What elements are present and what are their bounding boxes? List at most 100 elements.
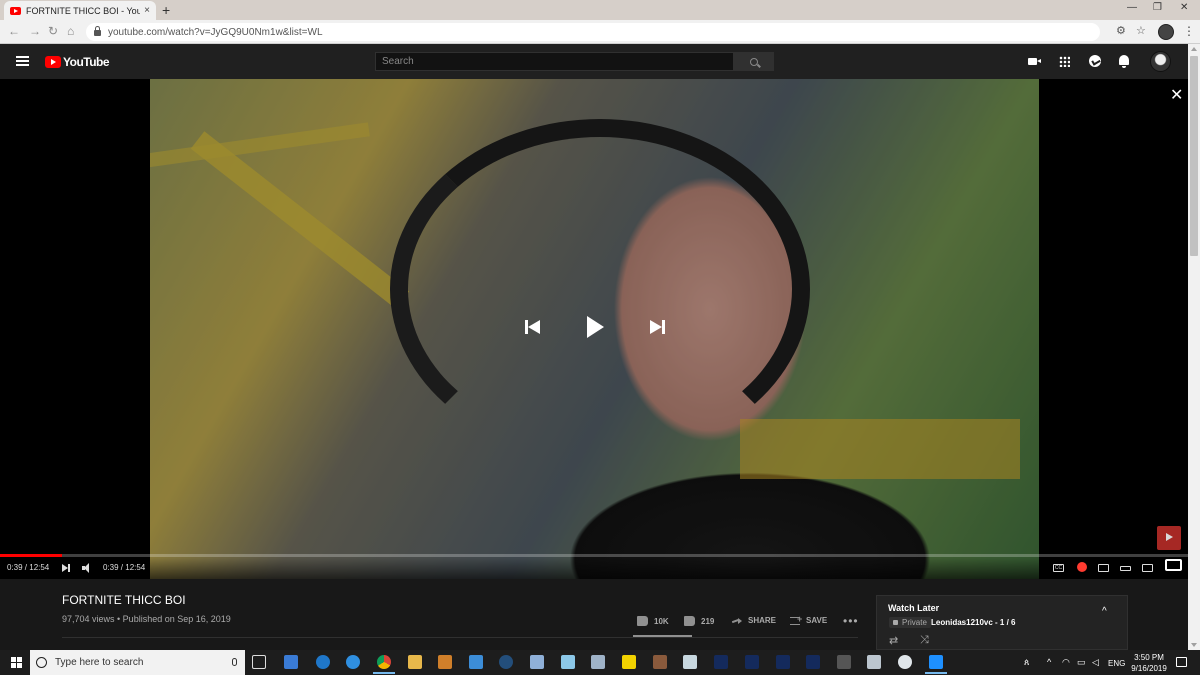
internet-explorer-icon[interactable] — [346, 655, 360, 669]
video-player[interactable]: ✕ 0:39 / 12:54 0:39 / 12:54 CC — [0, 79, 1188, 579]
miniplayer-icon[interactable] — [1098, 564, 1109, 572]
scroll-thumb[interactable] — [1190, 56, 1198, 256]
browser-tab-strip: FORTNITE THICC BOI - YouTube × + — ❐ ✕ — [0, 0, 1200, 20]
clock[interactable]: 3:50 PM 9/16/2019 — [1128, 652, 1170, 674]
media-player-icon[interactable] — [438, 655, 452, 669]
progress-bar[interactable] — [0, 554, 1188, 557]
microphone-icon[interactable] — [232, 658, 237, 666]
search-input[interactable] — [375, 52, 734, 71]
app-icon[interactable] — [683, 655, 697, 669]
show-hidden-icons-chevron[interactable]: ^ — [1047, 658, 1051, 667]
like-button[interactable]: 10K — [637, 616, 669, 626]
search-button[interactable] — [734, 52, 774, 71]
app-icon[interactable] — [714, 655, 728, 669]
scroll-up-arrow-icon[interactable] — [1191, 47, 1197, 51]
chrome-icon[interactable] — [373, 655, 395, 674]
youtube-logo[interactable]: YouTube — [45, 55, 110, 69]
menu-icon[interactable] — [16, 56, 29, 66]
app-icon[interactable] — [530, 655, 544, 669]
start-windows-icon[interactable] — [11, 657, 22, 668]
battery-icon[interactable]: ▭ — [1077, 658, 1086, 667]
home-icon[interactable]: ⌂ — [67, 24, 74, 38]
search-icon — [750, 57, 758, 66]
save-button[interactable]: SAVE — [790, 614, 828, 625]
app-icon[interactable] — [745, 655, 759, 669]
app-icon[interactable] — [898, 655, 912, 669]
extension-icon[interactable]: ⚙ — [1116, 24, 1126, 37]
app-icon[interactable] — [591, 655, 605, 669]
background-rail — [150, 122, 370, 170]
people-icon[interactable]: ጰ — [1024, 658, 1029, 667]
window-close-icon[interactable]: ✕ — [1180, 2, 1188, 13]
edge-icon[interactable] — [316, 655, 330, 669]
play-icon[interactable] — [587, 316, 604, 338]
app-icon[interactable] — [837, 655, 851, 669]
tab-close-button[interactable]: × — [144, 5, 150, 16]
share-button[interactable]: SHARE — [732, 616, 776, 625]
browser-profile-icon[interactable] — [1158, 24, 1174, 40]
close-icon[interactable]: ✕ — [1170, 85, 1183, 105]
app-icon[interactable] — [653, 655, 667, 669]
save-label: SAVE — [806, 616, 828, 625]
next-icon[interactable] — [62, 564, 70, 572]
volume-icon[interactable]: ◁ — [1092, 658, 1099, 667]
scroll-down-arrow-icon[interactable] — [1191, 643, 1197, 647]
settings-icon[interactable] — [1077, 562, 1087, 572]
tab-title: FORTNITE THICC BOI - YouTube — [26, 5, 141, 16]
sticky-notes-icon[interactable] — [622, 655, 636, 669]
video-title: FORTNITE THICC BOI — [62, 593, 186, 607]
app-icon[interactable] — [867, 655, 881, 669]
theater-mode-icon[interactable] — [1120, 566, 1131, 571]
page-scrollbar[interactable] — [1188, 44, 1200, 650]
collapse-chevron-up-icon[interactable]: ^ — [1102, 606, 1107, 617]
youtube-play-logo-icon — [45, 56, 61, 68]
url-field[interactable]: youtube.com/watch?v=JyGQ9U0Nm1w&list=WL — [86, 23, 1100, 41]
action-center-icon[interactable] — [1176, 657, 1187, 667]
app-icon[interactable] — [561, 655, 575, 669]
restore-icon[interactable]: ❐ — [1153, 2, 1162, 13]
taskbar-search-box[interactable] — [30, 650, 245, 675]
lock-icon — [893, 620, 898, 625]
messages-icon[interactable] — [1089, 55, 1101, 67]
playlist-owner-position[interactable]: Leonidas1210vc - 1 / 6 — [931, 618, 1016, 627]
volume-icon[interactable] — [82, 563, 95, 573]
app-icon[interactable] — [806, 655, 820, 669]
playlist-title[interactable]: Watch Later — [888, 603, 939, 613]
cast-icon[interactable] — [1142, 564, 1153, 572]
mail-icon[interactable] — [469, 655, 483, 669]
captions-icon[interactable]: CC — [1053, 564, 1064, 572]
reload-icon[interactable]: ↻ — [48, 24, 58, 38]
notifications-bell-icon[interactable] — [1119, 55, 1129, 68]
share-icon — [732, 617, 742, 625]
task-view-icon[interactable] — [252, 655, 266, 669]
shuffle-icon[interactable]: ⤨ — [920, 634, 929, 647]
dislike-button[interactable]: 219 — [684, 616, 714, 626]
next-video-icon[interactable] — [650, 320, 666, 334]
background-structure — [740, 419, 1020, 479]
create-video-icon[interactable] — [1028, 58, 1041, 65]
back-arrow-icon[interactable]: ← — [8, 24, 20, 38]
taskbar-search-input[interactable] — [55, 657, 215, 668]
store-icon[interactable] — [284, 655, 298, 669]
app-icon[interactable] — [776, 655, 790, 669]
language-indicator[interactable]: ENG — [1108, 659, 1125, 668]
file-explorer-icon[interactable] — [408, 655, 422, 669]
apps-grid-icon[interactable] — [1059, 56, 1070, 67]
subscribe-watermark-icon[interactable] — [1157, 526, 1181, 550]
browser-tab[interactable]: FORTNITE THICC BOI - YouTube × — [4, 1, 156, 20]
steam-icon[interactable] — [499, 655, 513, 669]
browser-menu-icon[interactable]: ⋮ — [1183, 24, 1195, 38]
app-icon[interactable] — [925, 655, 947, 674]
more-actions-button[interactable]: ••• — [843, 614, 859, 628]
network-icon[interactable]: ◠ — [1062, 658, 1070, 667]
new-tab-button[interactable]: + — [162, 2, 170, 18]
bookmark-star-icon[interactable]: ☆ — [1136, 24, 1146, 37]
previous-video-icon[interactable] — [525, 320, 541, 334]
thumbs-up-icon — [637, 616, 648, 626]
fullscreen-icon[interactable] — [1165, 559, 1182, 571]
loop-icon[interactable]: ⇄ — [889, 634, 898, 647]
minimize-icon[interactable]: — — [1127, 2, 1137, 13]
video-info-area: FORTNITE THICC BOI 97,704 views • Publis… — [0, 579, 1188, 650]
account-avatar[interactable] — [1150, 51, 1171, 72]
forward-arrow-icon[interactable]: → — [29, 24, 41, 38]
